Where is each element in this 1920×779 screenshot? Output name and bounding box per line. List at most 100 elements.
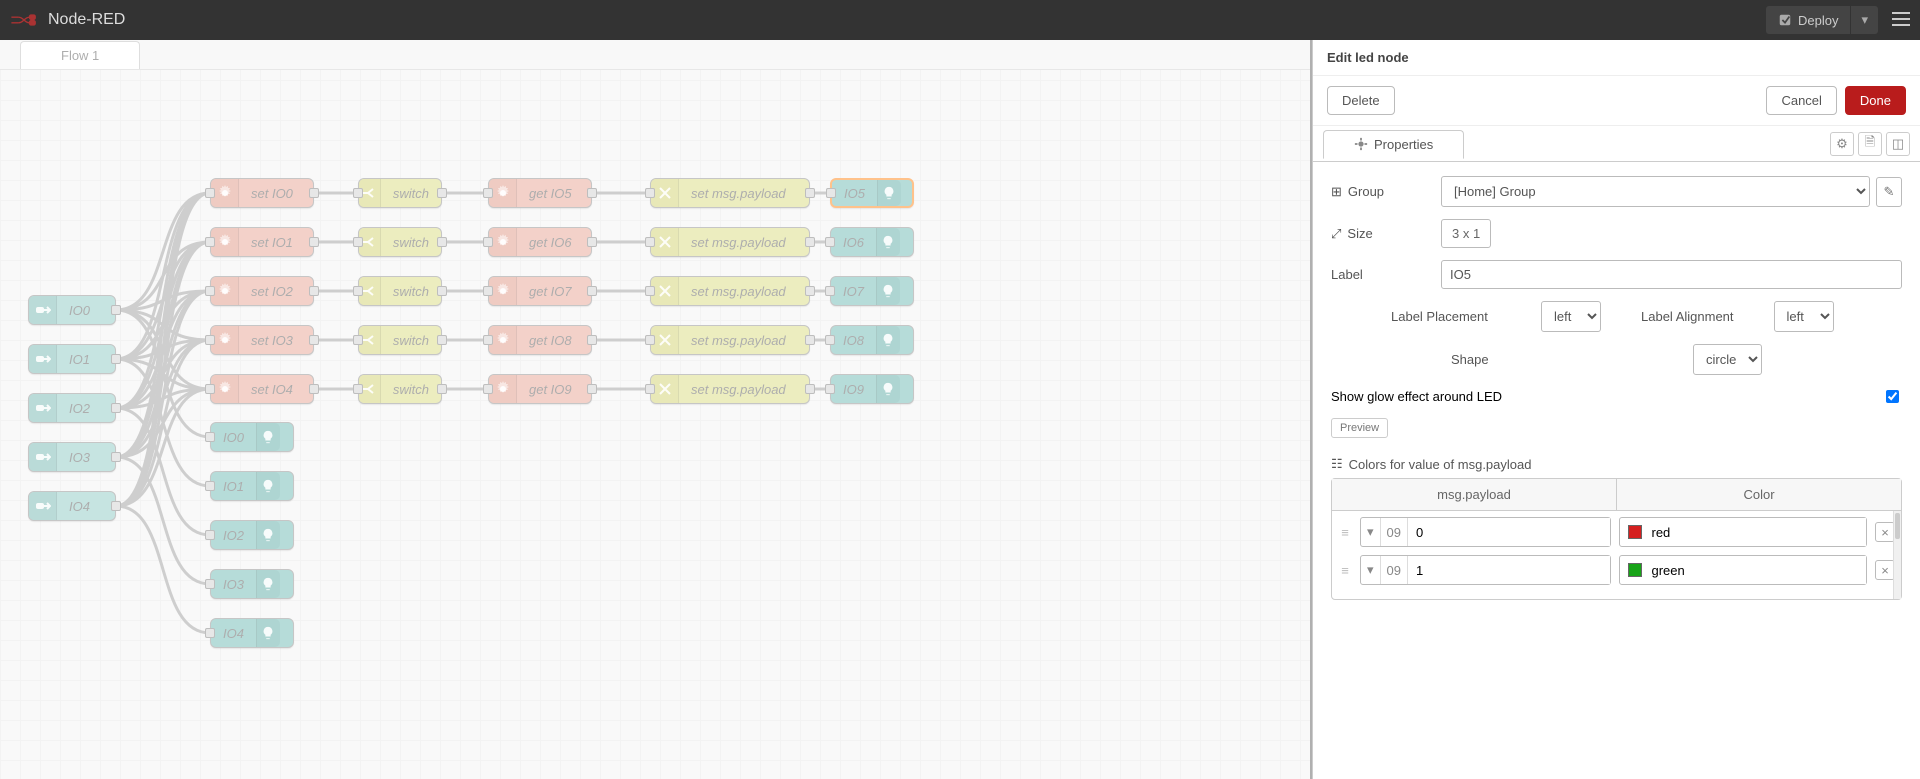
output-port[interactable] [309,384,319,394]
input-port[interactable] [205,481,215,491]
input-port[interactable] [645,384,655,394]
input-port[interactable] [825,237,835,247]
node-settings-icon[interactable]: ⚙ [1830,132,1854,156]
input-port[interactable] [353,188,363,198]
glow-checkbox[interactable] [1886,390,1899,403]
output-port[interactable] [587,286,597,296]
input-port[interactable] [825,384,835,394]
output-port[interactable] [587,335,597,345]
output-port[interactable] [437,335,447,345]
payload-value-input[interactable]: ▾09 [1360,555,1611,585]
input-port[interactable] [205,579,215,589]
input-port[interactable] [645,335,655,345]
switch-node[interactable]: switch [358,276,442,306]
function-node[interactable]: set IO3 [210,325,314,355]
output-port[interactable] [587,237,597,247]
output-port[interactable] [587,384,597,394]
input-port[interactable] [205,432,215,442]
switch-node[interactable]: switch [358,178,442,208]
switch-node[interactable]: switch [358,227,442,257]
input-port[interactable] [825,286,835,296]
change-node[interactable]: set msg.payload [650,276,810,306]
inject-node[interactable]: IO1 [28,344,116,374]
label-input[interactable] [1441,260,1902,289]
node-appearance-icon[interactable]: ◫ [1886,132,1910,156]
drag-handle-icon[interactable]: ≡ [1338,525,1352,540]
input-port[interactable] [353,384,363,394]
output-port[interactable] [111,354,121,364]
shape-select[interactable]: circle [1693,344,1762,375]
function-node[interactable]: set IO4 [210,374,314,404]
switch-node[interactable]: switch [358,374,442,404]
delete-row-button[interactable]: × [1875,560,1895,580]
output-port[interactable] [111,403,121,413]
deploy-button[interactable]: Deploy [1766,6,1851,34]
function-node[interactable]: get IO7 [488,276,592,306]
function-node[interactable]: get IO5 [488,178,592,208]
change-node[interactable]: set msg.payload [650,227,810,257]
output-port[interactable] [111,452,121,462]
input-port[interactable] [353,237,363,247]
payload-value-input[interactable]: ▾09 [1360,517,1611,547]
hamburger-menu[interactable] [1892,12,1910,29]
led-node[interactable]: IO2 [210,520,294,550]
function-node[interactable]: set IO1 [210,227,314,257]
color-table-scrollbar[interactable] [1893,511,1901,599]
function-node[interactable]: get IO8 [488,325,592,355]
led-node[interactable]: IO4 [210,618,294,648]
label-alignment-select[interactable]: left [1774,301,1834,332]
color-input[interactable] [1619,517,1868,547]
properties-tab[interactable]: Properties [1323,130,1464,159]
input-port[interactable] [826,188,836,198]
inject-node[interactable]: IO2 [28,393,116,423]
change-node[interactable]: set msg.payload [650,374,810,404]
input-port[interactable] [205,530,215,540]
output-port[interactable] [805,384,815,394]
led-node[interactable]: IO9 [830,374,914,404]
input-port[interactable] [205,335,215,345]
color-input[interactable] [1619,555,1868,585]
input-port[interactable] [645,286,655,296]
output-port[interactable] [309,286,319,296]
output-port[interactable] [805,335,815,345]
output-port[interactable] [309,188,319,198]
cancel-button[interactable]: Cancel [1766,86,1836,115]
tab-flow1[interactable]: Flow 1 [20,41,140,69]
inject-node[interactable]: IO0 [28,295,116,325]
preview-button[interactable]: Preview [1331,418,1388,438]
delete-row-button[interactable]: × [1875,522,1895,542]
input-port[interactable] [205,188,215,198]
input-port[interactable] [205,628,215,638]
led-node[interactable]: IO1 [210,471,294,501]
led-node[interactable]: IO6 [830,227,914,257]
output-port[interactable] [437,286,447,296]
output-port[interactable] [111,305,121,315]
type-caret-icon[interactable]: ▾ [1361,556,1381,584]
input-port[interactable] [205,237,215,247]
input-port[interactable] [205,286,215,296]
change-node[interactable]: set msg.payload [650,325,810,355]
function-node[interactable]: get IO6 [488,227,592,257]
input-port[interactable] [353,286,363,296]
output-port[interactable] [309,237,319,247]
type-caret-icon[interactable]: ▾ [1361,518,1381,546]
output-port[interactable] [437,188,447,198]
input-port[interactable] [483,286,493,296]
input-port[interactable] [483,237,493,247]
output-port[interactable] [805,188,815,198]
input-port[interactable] [483,188,493,198]
input-port[interactable] [825,335,835,345]
input-port[interactable] [645,188,655,198]
output-port[interactable] [805,286,815,296]
led-node[interactable]: IO5 [830,178,914,208]
inject-node[interactable]: IO3 [28,442,116,472]
output-port[interactable] [805,237,815,247]
done-button[interactable]: Done [1845,86,1906,115]
switch-node[interactable]: switch [358,325,442,355]
input-port[interactable] [645,237,655,247]
deploy-caret[interactable]: ▾ [1851,12,1878,28]
input-port[interactable] [353,335,363,345]
drag-handle-icon[interactable]: ≡ [1338,563,1352,578]
led-node[interactable]: IO0 [210,422,294,452]
input-port[interactable] [483,384,493,394]
